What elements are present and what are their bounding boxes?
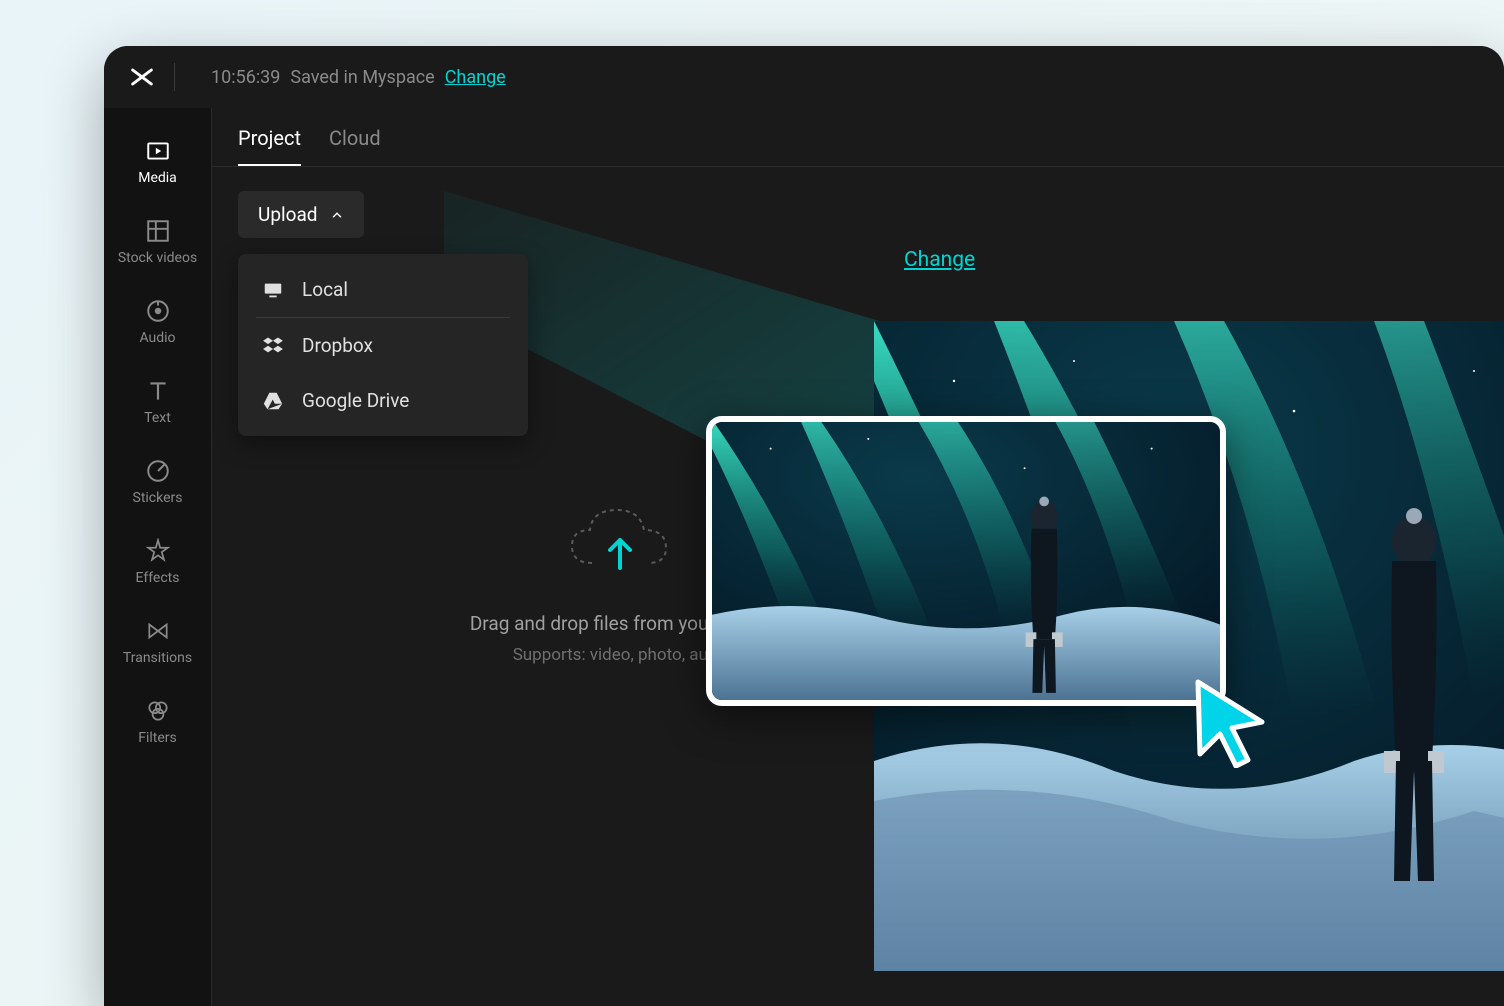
dropdown-item-label: Local: [302, 278, 348, 301]
dropdown-item-label: Google Drive: [302, 389, 409, 412]
change-link[interactable]: Change: [445, 67, 506, 88]
sidebar-item-filters[interactable]: Filters: [104, 686, 211, 758]
timestamp: 10:56:39: [211, 67, 280, 88]
app-window: 10:56:39 Saved in Myspace Change Media S…: [104, 46, 1504, 1006]
saved-text: Saved in Myspace: [290, 67, 434, 88]
cursor-icon: [1190, 678, 1270, 768]
transitions-icon: [145, 618, 171, 644]
sidebar-item-stock[interactable]: Stock videos: [104, 206, 211, 278]
cloud-upload-icon: [562, 498, 682, 588]
sidebar-item-audio[interactable]: Audio: [104, 286, 211, 358]
sidebar-item-media[interactable]: Media: [104, 126, 211, 198]
effects-icon: [145, 538, 171, 564]
stickers-icon: [145, 458, 171, 484]
sidebar-item-effects[interactable]: Effects: [104, 526, 211, 598]
sidebar-item-stickers[interactable]: Stickers: [104, 446, 211, 518]
titlebar: 10:56:39 Saved in Myspace Change: [104, 46, 1504, 108]
chevron-up-icon: [330, 208, 344, 222]
tab-cloud[interactable]: Cloud: [329, 126, 381, 166]
tabs: Project Cloud: [212, 108, 1504, 167]
dropdown-item-dropbox[interactable]: Dropbox: [238, 318, 528, 373]
upload-button[interactable]: Upload: [238, 191, 364, 238]
stock-icon: [145, 218, 171, 244]
sidebar-item-label: Stock videos: [118, 250, 197, 266]
dropdown-item-label: Dropbox: [302, 334, 373, 357]
upload-button-label: Upload: [258, 203, 318, 226]
gdrive-icon: [262, 390, 284, 412]
dropdown-item-local[interactable]: Local: [238, 262, 528, 317]
sidebar-item-label: Audio: [139, 330, 175, 346]
audio-icon: [145, 298, 171, 324]
titlebar-status: 10:56:39 Saved in Myspace Change: [211, 67, 506, 88]
sidebar-item-transitions[interactable]: Transitions: [104, 606, 211, 678]
sidebar-item-text[interactable]: Text: [104, 366, 211, 438]
upload-dropdown: Local Dropbox Google Drive: [238, 254, 528, 436]
dropbox-icon: [262, 335, 284, 357]
text-icon: [145, 378, 171, 404]
sidebar-item-label: Text: [144, 410, 171, 426]
filters-icon: [145, 698, 171, 724]
desktop-icon: [262, 279, 284, 301]
change-link-back[interactable]: Change: [904, 248, 975, 272]
divider: [174, 63, 175, 91]
dropdown-item-gdrive[interactable]: Google Drive: [238, 373, 528, 428]
media-icon: [145, 138, 171, 164]
sidebar-item-label: Filters: [138, 730, 177, 746]
sidebar-item-label: Transitions: [123, 650, 192, 666]
app-logo-icon: [128, 63, 156, 91]
tab-project[interactable]: Project: [238, 126, 301, 166]
sidebar-item-label: Media: [138, 170, 177, 186]
preview-thumbnail[interactable]: [706, 416, 1226, 706]
sidebar-item-label: Effects: [136, 570, 180, 586]
sidebar: Media Stock videos Audio Text Stickers E…: [104, 108, 212, 1006]
sidebar-item-label: Stickers: [133, 490, 183, 506]
